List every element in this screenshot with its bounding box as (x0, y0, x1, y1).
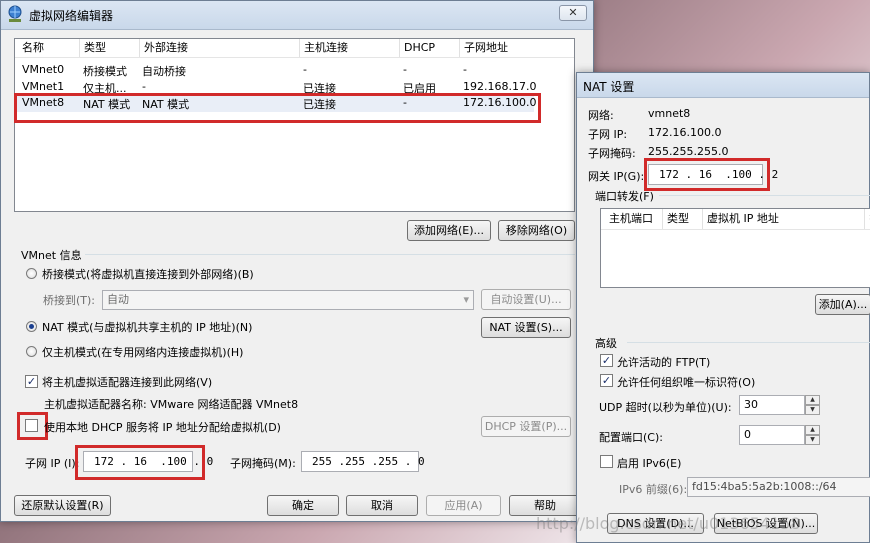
nat-titlebar[interactable]: NAT 设置 (577, 73, 869, 98)
chevron-down-icon: ▾ (463, 293, 469, 306)
nat-title: NAT 设置 (583, 80, 635, 94)
use-dhcp-label[interactable]: 使用本地 DHCP 服务将 IP 地址分配给虚拟机(D) (44, 419, 281, 435)
bridge-to-label: 桥接到(T): (43, 294, 96, 307)
col-dhcp[interactable]: DHCP (400, 39, 460, 57)
subnet-ip-value-nat: 172.16.100.0 (648, 126, 722, 139)
udp-timeout-stepper[interactable]: ▲ ▼ (805, 395, 820, 415)
col-external[interactable]: 外部连接 (140, 39, 300, 57)
virtual-network-editor-window: 虚拟网络编辑器 ✕ 名称 类型 外部连接 主机连接 DHCP 子网地址 VMne… (0, 0, 594, 522)
nat-mode-label[interactable]: NAT 模式(与虚拟机共享主机的 IP 地址)(N) (42, 319, 252, 335)
subnet-ip-label: 子网 IP (I): (25, 457, 80, 470)
port-forwarding-header: 主机端口 类型 虚拟机 IP 地址 扌 (601, 209, 870, 230)
nat-mode-radio[interactable] (26, 321, 37, 332)
advanced-label: 高级 (595, 337, 617, 350)
host-only-radio[interactable] (26, 346, 37, 357)
config-port-stepper[interactable]: ▲ ▼ (805, 425, 820, 445)
network-list-header: 名称 类型 外部连接 主机连接 DHCP 子网地址 (15, 39, 574, 58)
network-value: vmnet8 (648, 107, 691, 120)
network-label: 网络: (588, 109, 614, 122)
host-only-label[interactable]: 仅主机模式(在专用网络内连接虚拟机)(H) (42, 344, 243, 360)
enable-ipv6-checkbox[interactable] (600, 455, 613, 468)
allow-oui-label[interactable]: 允许任何组织唯一标识符(O) (617, 374, 755, 390)
subnet-ip-label-nat: 子网 IP: (588, 128, 628, 141)
port-forwarding-list[interactable]: 主机端口 类型 虚拟机 IP 地址 扌 (600, 208, 870, 288)
row-type: 桥接模式 (83, 65, 127, 78)
config-port-input[interactable]: 0 (739, 425, 805, 445)
col-name[interactable]: 名称 (18, 39, 80, 57)
bridge-to-select[interactable]: 自动 ▾ (102, 290, 474, 310)
allow-oui-checkbox[interactable]: ✓ (600, 374, 613, 387)
vne-titlebar[interactable]: 虚拟网络编辑器 ✕ (1, 1, 593, 30)
col-host-port[interactable]: 主机端口 (605, 209, 663, 229)
add-network-button[interactable]: 添加网络(E)... (407, 220, 491, 241)
arrow-down-icon[interactable]: ▼ (805, 435, 820, 445)
table-row[interactable]: VMnet0 桥接模式 自动桥接 - - - (15, 63, 574, 79)
advanced-divider (627, 342, 870, 343)
nat-settings-window: NAT 设置 网络: vmnet8 子网 IP: 172.16.100.0 子网… (576, 72, 870, 543)
adapter-name-text: 主机虚拟适配器名称: VMware 网络适配器 VMnet8 (44, 398, 299, 411)
col-type[interactable]: 类型 (80, 39, 140, 57)
arrow-up-icon[interactable]: ▲ (805, 395, 820, 405)
highlight-vmnet8-row (14, 93, 541, 123)
nat-settings-button[interactable]: NAT 设置(S)... (481, 317, 571, 338)
help-button[interactable]: 帮助 (509, 495, 581, 516)
vmware-network-icon (8, 5, 22, 22)
network-list[interactable]: 名称 类型 外部连接 主机连接 DHCP 子网地址 VMnet0 桥接模式 自动… (14, 38, 575, 212)
udp-timeout-input[interactable]: 30 (739, 395, 805, 415)
row-name: VMnet0 (22, 63, 65, 76)
row-name: VMnet1 (22, 80, 65, 93)
row-external: 自动桥接 (142, 65, 186, 78)
apply-button[interactable]: 应用(A) (426, 495, 501, 516)
watermark: http://blog.csdn.net/u013654158 (536, 514, 801, 533)
row-host: - (303, 63, 307, 76)
ok-button[interactable]: 确定 (267, 495, 339, 516)
highlight-gateway-ip (644, 158, 770, 191)
port-forwarding-divider (659, 195, 870, 196)
auto-settings-button[interactable]: 自动设置(U)... (481, 289, 571, 310)
bridge-mode-radio[interactable] (26, 268, 37, 279)
arrow-up-icon[interactable]: ▲ (805, 425, 820, 435)
highlight-subnet-ip (75, 445, 205, 480)
subnet-mask-input[interactable]: 255 .255 .255 . 0 (301, 451, 425, 472)
vmnet-info-label: VMnet 信息 (21, 249, 82, 262)
row-subnet: - (463, 63, 467, 76)
col-pf-type[interactable]: 类型 (663, 209, 703, 229)
vne-title: 虚拟网络编辑器 (29, 9, 114, 23)
ipv6-prefix-label: IPv6 前缀(6): (619, 483, 688, 496)
ipv6-prefix-input[interactable]: fd15:4ba5:5a2b:1008::/64 (687, 477, 870, 497)
restore-defaults-button[interactable]: 还原默认设置(R) (14, 495, 111, 516)
remove-network-button[interactable]: 移除网络(O) (498, 220, 575, 241)
config-port-label: 配置端口(C): (599, 431, 663, 444)
udp-timeout-value: 30 (744, 398, 758, 411)
bridge-to-value: 自动 (107, 293, 129, 306)
connect-adapter-label[interactable]: 将主机虚拟适配器连接到此网络(V) (42, 374, 212, 390)
gateway-ip-label: 网关 IP(G): (588, 170, 645, 183)
ipv6-prefix-value: fd15:4ba5:5a2b:1008::/64 (692, 480, 837, 493)
allow-ftp-checkbox[interactable]: ✓ (600, 354, 613, 367)
add-port-forward-button[interactable]: 添加(A)... (815, 294, 870, 315)
close-icon: ✕ (568, 6, 578, 19)
col-vm-ip[interactable]: 虚拟机 IP 地址 (703, 209, 865, 229)
cancel-button[interactable]: 取消 (346, 495, 418, 516)
enable-ipv6-label[interactable]: 启用 IPv6(E) (617, 455, 681, 471)
arrow-down-icon[interactable]: ▼ (805, 405, 820, 415)
close-button[interactable]: ✕ (559, 5, 587, 21)
row-external: - (142, 80, 146, 93)
port-forwarding-label: 端口转发(F) (595, 190, 654, 203)
col-host[interactable]: 主机连接 (300, 39, 400, 57)
subnet-mask-label-nat: 子网掩码: (588, 147, 636, 160)
config-port-value: 0 (744, 428, 751, 441)
udp-timeout-label: UDP 超时(以秒为单位)(U): (599, 401, 732, 414)
row-subnet: 192.168.17.0 (463, 80, 537, 93)
col-subnet[interactable]: 子网地址 (460, 39, 575, 57)
dhcp-settings-button[interactable]: DHCP 设置(P)... (481, 416, 571, 437)
vmnet-info-divider (85, 254, 575, 255)
subnet-mask-label: 子网掩码(M): (230, 457, 296, 470)
col-truncated[interactable]: 扌 (865, 209, 870, 229)
row-dhcp: - (403, 63, 407, 76)
bridge-mode-label[interactable]: 桥接模式(将虚拟机直接连接到外部网络)(B) (42, 266, 254, 282)
subnet-mask-value-nat: 255.255.255.0 (648, 145, 729, 158)
connect-adapter-checkbox[interactable]: ✓ (25, 375, 38, 388)
allow-ftp-label[interactable]: 允许活动的 FTP(T) (617, 354, 710, 370)
